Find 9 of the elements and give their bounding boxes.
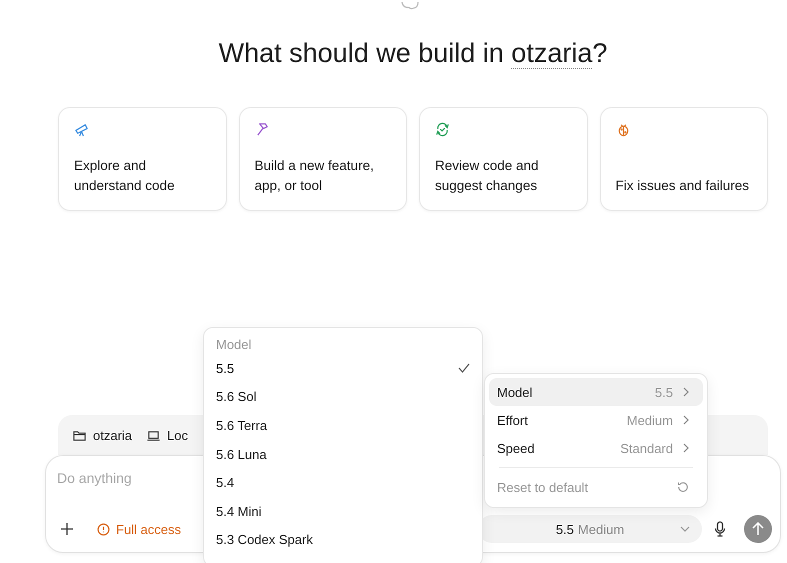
option-value: 5.5 (654, 384, 673, 400)
option-label: Reset to default (497, 480, 590, 494)
page-heading: What should we build in otzaria? (218, 37, 608, 71)
option-label: Effort (497, 412, 529, 428)
option-label: Speed (497, 440, 536, 456)
menu-heading: Model (215, 336, 252, 354)
option-label: Model (497, 384, 534, 400)
option-value: Standard (620, 440, 673, 456)
option-value: Medium (626, 412, 673, 428)
